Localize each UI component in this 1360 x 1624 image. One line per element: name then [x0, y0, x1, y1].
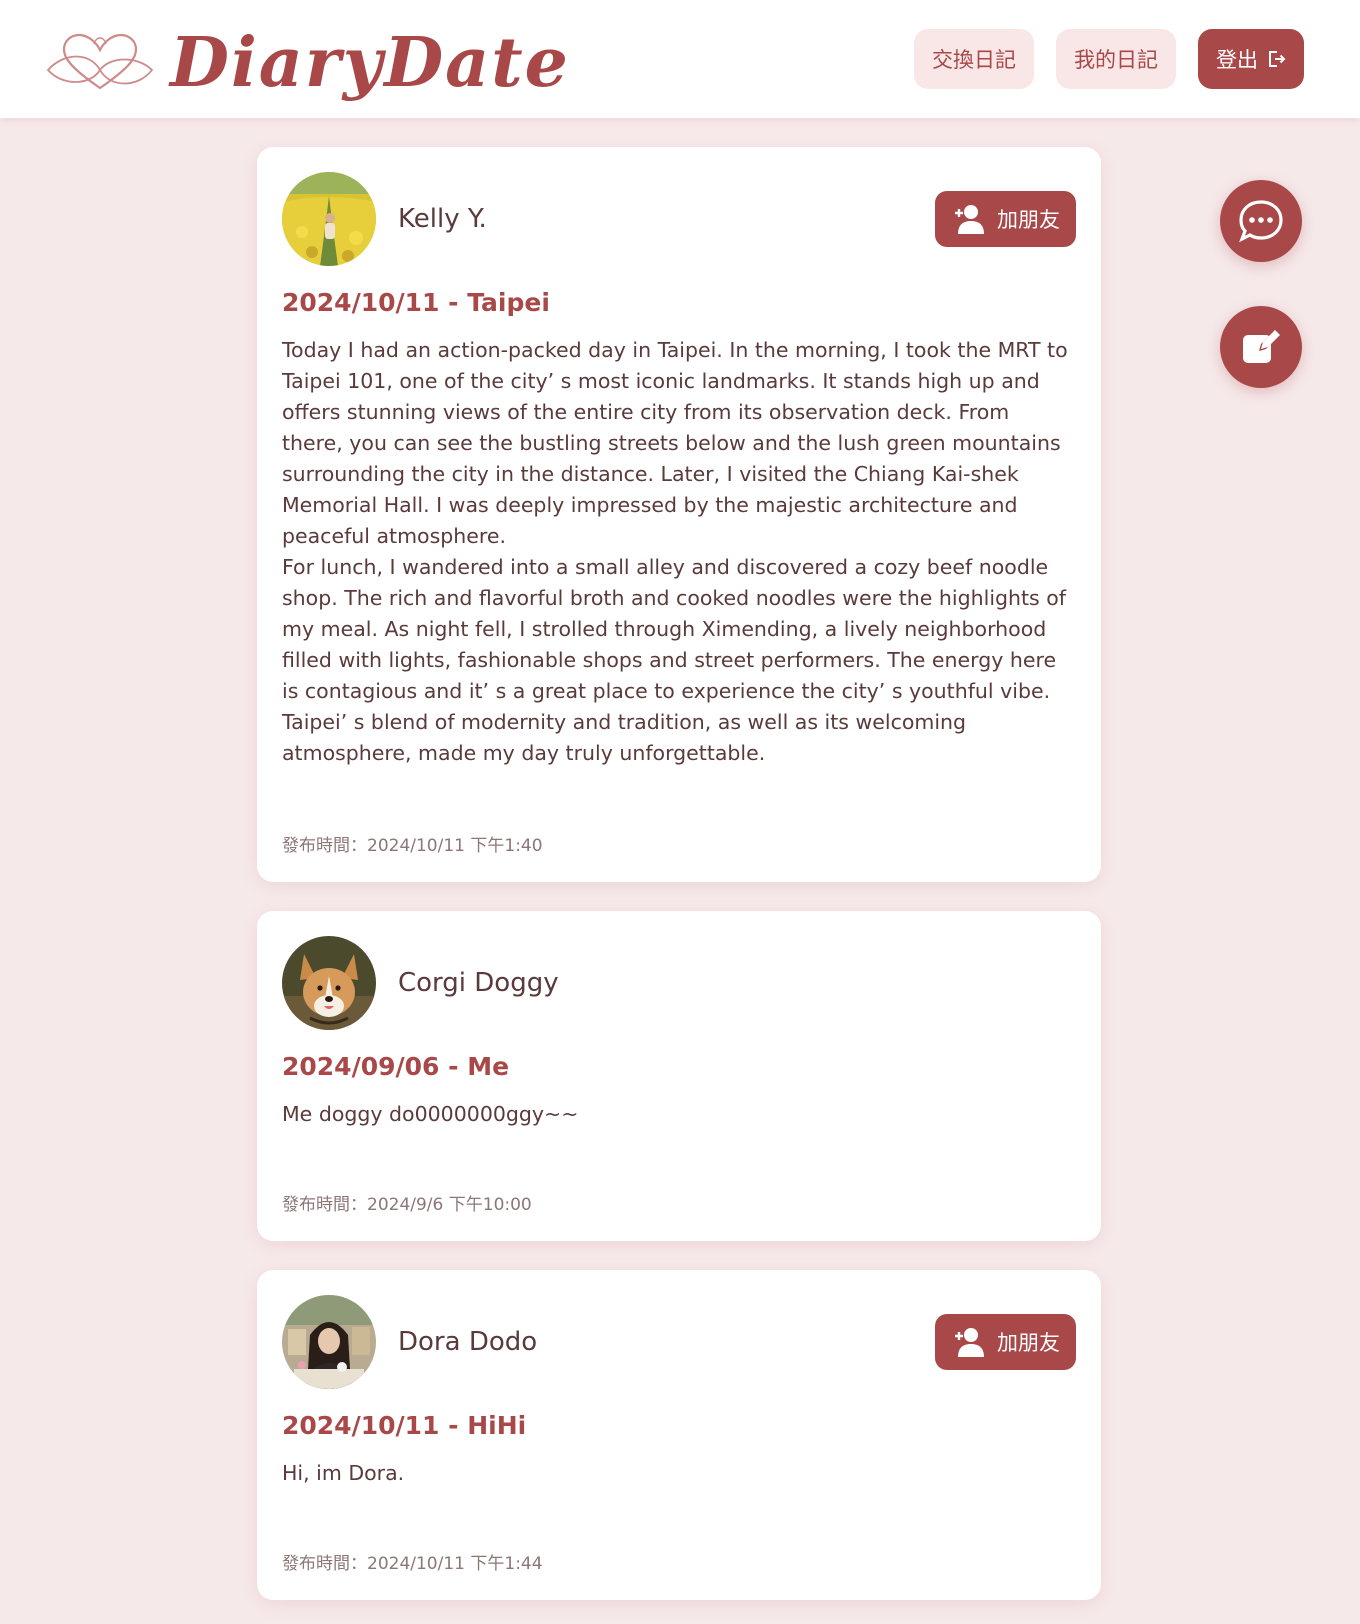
entry-body: Hi, im Dora.: [282, 1461, 405, 1485]
add-friend-button[interactable]: 加朋友: [935, 191, 1076, 247]
add-friend-label: 加朋友: [997, 208, 1060, 232]
entry-body: Today I had an action-packed day in Taip…: [282, 338, 1068, 765]
publish-time: 發布時間：2024/9/6 下午10:00: [282, 1195, 532, 1215]
entry-body: Me doggy do0000000ggy~~: [282, 1102, 579, 1126]
diary-card: Kelly Y. 加朋友 2024/10/11 - Taipei Today I…: [257, 147, 1101, 882]
add-friend-button[interactable]: 加朋友: [935, 1314, 1076, 1370]
avatar-flower-field-icon: [282, 172, 376, 266]
top-header: DiaryDate 交換日記 我的日記 登出: [0, 0, 1360, 118]
avatar-cafe-portrait-icon: [282, 1295, 376, 1389]
chat-bubble-icon: [1239, 200, 1283, 243]
author-name[interactable]: Dora Dodo: [398, 1327, 935, 1357]
author-name[interactable]: Kelly Y.: [398, 204, 935, 234]
diary-card: Dora Dodo 加朋友 2024/10/11 - HiHi Hi, im D…: [257, 1270, 1101, 1600]
card-header: Corgi Doggy: [282, 936, 1076, 1030]
publish-time: 發布時間：2024/10/11 下午1:44: [282, 1554, 543, 1574]
add-friend-label: 加朋友: [997, 1331, 1060, 1355]
logout-button[interactable]: 登出: [1198, 29, 1304, 89]
logout-label: 登出: [1216, 48, 1258, 72]
main-nav: 交換日記 我的日記 登出: [914, 29, 1304, 89]
avatar[interactable]: [282, 1295, 376, 1389]
author-name[interactable]: Corgi Doggy: [398, 968, 1076, 998]
logo[interactable]: DiaryDate: [44, 18, 570, 108]
chat-button[interactable]: [1220, 180, 1302, 262]
my-diary-label: 我的日記: [1074, 48, 1158, 72]
write-diary-button[interactable]: [1220, 306, 1302, 388]
card-header: Dora Dodo 加朋友: [282, 1295, 1076, 1389]
add-user-icon: [955, 1328, 984, 1357]
avatar[interactable]: [282, 936, 376, 1030]
logout-icon: [1269, 51, 1286, 67]
edit-square-icon: [1243, 330, 1280, 363]
entry-title: 2024/10/11 - HiHi: [282, 1411, 527, 1440]
add-user-icon: [955, 205, 984, 234]
diary-feed: Kelly Y. 加朋友 2024/10/11 - Taipei Today I…: [257, 147, 1101, 1624]
heart-infinity-icon: [46, 33, 154, 90]
logo-text: DiaryDate: [170, 23, 570, 103]
avatar[interactable]: [282, 172, 376, 266]
exchange-diary-label: 交換日記: [932, 48, 1016, 72]
diary-card: Corgi Doggy 2024/09/06 - Me Me doggy do0…: [257, 911, 1101, 1241]
entry-title: 2024/09/06 - Me: [282, 1052, 510, 1081]
card-header: Kelly Y. 加朋友: [282, 172, 1076, 266]
publish-time: 發布時間：2024/10/11 下午1:40: [282, 836, 543, 856]
exchange-diary-button[interactable]: 交換日記: [914, 29, 1034, 89]
my-diary-button[interactable]: 我的日記: [1056, 29, 1176, 89]
avatar-corgi-icon: [282, 936, 376, 1030]
entry-title: 2024/10/11 - Taipei: [282, 288, 550, 317]
